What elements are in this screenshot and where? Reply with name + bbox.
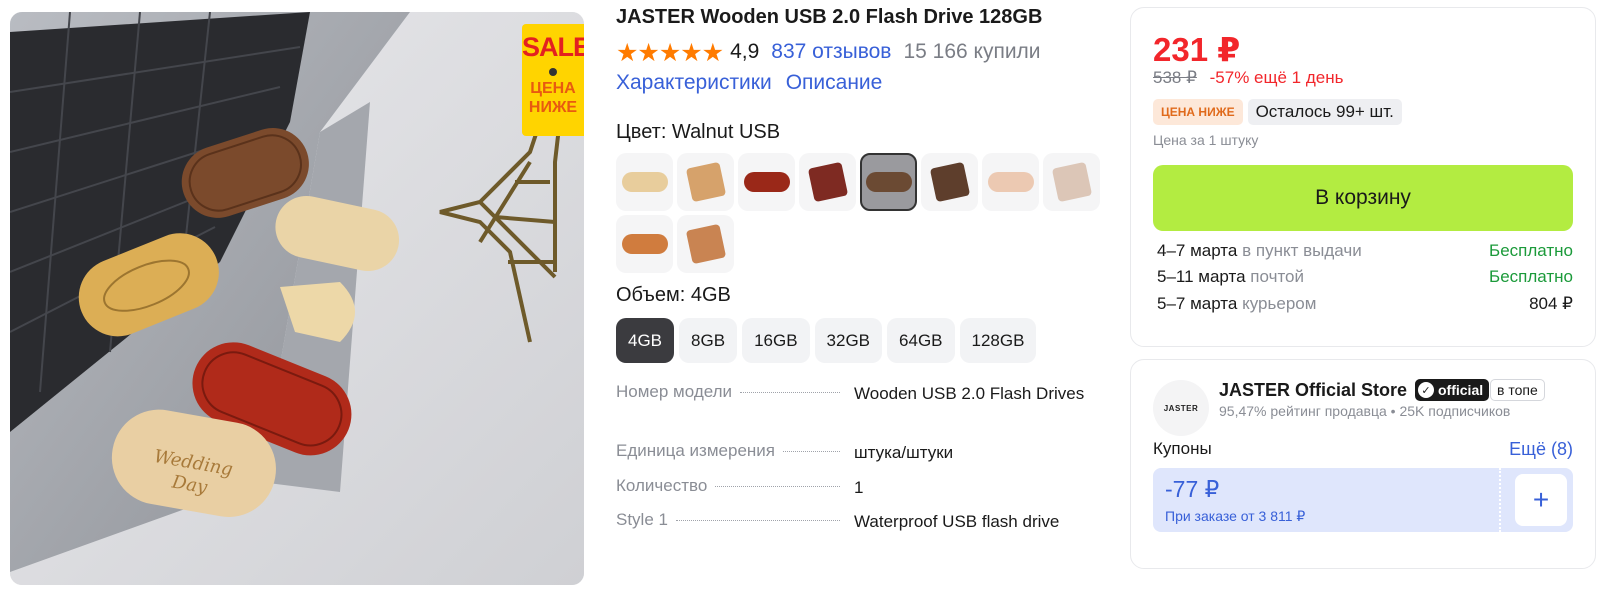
volume-label: Объем: 4GB [616, 284, 731, 306]
price-lower-text: ЦЕНА НИЖЕ [528, 80, 578, 116]
store-logo[interactable]: JASTER [1153, 380, 1209, 436]
rating-row: ★★★★★ 4,9 837 отзывов 15 166 купили [616, 37, 1041, 67]
section-links: Характеристики Описание [616, 71, 882, 95]
official-badge: ✓ official [1415, 379, 1490, 401]
store-meta: 95,47% рейтинг продавца • 25K подписчико… [1219, 403, 1510, 419]
coupon-perforation [1499, 468, 1511, 532]
rating-value: 4,9 [730, 40, 760, 63]
add-coupon-button[interactable]: + [1515, 474, 1567, 526]
price-card: 231 ₽ 538 ₽ -57% ещё 1 день ЦЕНА НИЖЕ Ос… [1130, 7, 1596, 347]
sale-tag: SALE ЦЕНА НИЖЕ [522, 24, 584, 136]
reviews-link[interactable]: 837 отзывов [771, 40, 891, 64]
delivery-date: 5–11 марта [1157, 267, 1246, 286]
spec-key: Номер модели [616, 382, 846, 402]
usb-box-thumbnail [807, 161, 848, 203]
spec-key: Единица измерения [616, 441, 846, 461]
add-to-cart-button[interactable]: В корзину [1153, 165, 1573, 231]
rating-stars-icon: ★★★★★ [616, 37, 724, 67]
delivery-option: 5–11 марта почтой Бесплатно [1157, 267, 1573, 287]
badges: ЦЕНА НИЖЕ Осталось 99+ шт. [1153, 99, 1402, 125]
usb-photo-illustration: Wedding Day [10, 12, 584, 585]
product-photo[interactable]: Wedding Day SALE ЦЕНА НИЖЕ [10, 12, 584, 585]
coupons-label: Купоны [1153, 439, 1212, 458]
usb-stick-thumbnail [621, 234, 668, 254]
unit-price-note: Цена за 1 штуку [1153, 132, 1259, 148]
price-lower-badge: ЦЕНА НИЖЕ [1153, 99, 1243, 125]
top-badge: в топе [1490, 379, 1545, 401]
coupon-amount: -77 ₽ [1165, 476, 1220, 502]
delivery-option: 5–7 марта курьером 804 ₽ [1157, 294, 1573, 314]
delivery-method: курьером [1242, 294, 1317, 313]
volume-option[interactable]: 4GB [616, 318, 675, 363]
color-swatch[interactable] [1043, 153, 1100, 211]
volume-options: 4GB 8GB 16GB 32GB 64GB 128GB [616, 318, 1037, 363]
current-price: 231 ₽ [1153, 31, 1241, 68]
usb-stick-thumbnail [987, 172, 1034, 192]
specs-link[interactable]: Характеристики [616, 71, 772, 95]
coupons-more-link[interactable]: Ещё (8) [1509, 439, 1573, 460]
delivery-method: почтой [1250, 267, 1304, 286]
store-card: JASTER JASTER Official Store ✓ official … [1130, 359, 1596, 569]
subscribers-count: 25K подписчиков [1399, 403, 1511, 419]
color-swatch[interactable] [860, 153, 917, 211]
sale-tag-hole [549, 68, 557, 76]
delivery-date: 4–7 марта [1157, 241, 1238, 260]
product-title: JASTER Wooden USB 2.0 Flash Drive 128GB [616, 6, 1043, 28]
delivery-date: 5–7 марта [1157, 294, 1238, 313]
volume-option[interactable]: 64GB [887, 318, 955, 363]
usb-box-thumbnail [685, 223, 726, 265]
seller-rating: 95,47% рейтинг продавца [1219, 403, 1387, 419]
delivery-cost: Бесплатно [1489, 267, 1573, 286]
volume-option[interactable]: 32GB [814, 318, 883, 363]
stock-left-badge: Осталось 99+ шт. [1247, 99, 1402, 125]
spec-value: Waterproof USB flash drive [854, 512, 1060, 531]
color-swatch[interactable] [677, 153, 734, 211]
usb-stick-thumbnail [743, 172, 790, 192]
usb-box-thumbnail [685, 161, 726, 203]
usb-stick-thumbnail [621, 172, 668, 192]
coupon-card[interactable]: -77 ₽ При заказе от 3 811 ₽ + [1153, 468, 1573, 532]
delivery-option: 4–7 марта в пункт выдачи Бесплатно [1157, 241, 1573, 261]
spec-value: Wooden USB 2.0 Flash Drives [854, 384, 1085, 403]
volume-option[interactable]: 16GB [742, 318, 810, 363]
old-price-row: 538 ₽ -57% ещё 1 день [1153, 68, 1343, 88]
color-swatch[interactable] [799, 153, 856, 211]
color-swatches [616, 153, 1106, 273]
spec-key: Количество [616, 476, 846, 496]
usb-box-thumbnail [929, 161, 970, 203]
sale-text: SALE [522, 32, 584, 62]
spec-value: 1 [854, 478, 864, 497]
spec-key: Style 1 [616, 510, 846, 530]
color-swatch[interactable] [982, 153, 1039, 211]
delivery-method: в пункт выдачи [1242, 241, 1362, 260]
plus-icon: + [1532, 484, 1550, 515]
color-swatch[interactable] [616, 153, 673, 211]
official-badge-label: official [1438, 382, 1484, 398]
color-swatch[interactable] [738, 153, 795, 211]
spec-value: штука/штуки [854, 443, 954, 462]
delivery-cost: 804 ₽ [1529, 294, 1573, 313]
color-swatch[interactable] [616, 215, 673, 273]
check-icon: ✓ [1418, 382, 1434, 398]
coupon-condition: При заказе от 3 811 ₽ [1165, 508, 1306, 524]
color-label: Цвет: Walnut USB [616, 121, 781, 143]
description-link[interactable]: Описание [786, 71, 883, 95]
bought-count: 15 166 купили [903, 40, 1041, 63]
discount-text: -57% ещё 1 день [1209, 68, 1344, 87]
volume-option[interactable]: 8GB [679, 318, 738, 363]
store-name[interactable]: JASTER Official Store [1219, 380, 1407, 401]
old-price: 538 ₽ [1153, 68, 1197, 87]
color-swatch[interactable] [677, 215, 734, 273]
color-swatch[interactable] [921, 153, 978, 211]
usb-stick-thumbnail [865, 172, 912, 192]
delivery-cost: Бесплатно [1489, 241, 1573, 260]
usb-box-thumbnail [1051, 161, 1092, 203]
volume-option[interactable]: 128GB [959, 318, 1037, 363]
